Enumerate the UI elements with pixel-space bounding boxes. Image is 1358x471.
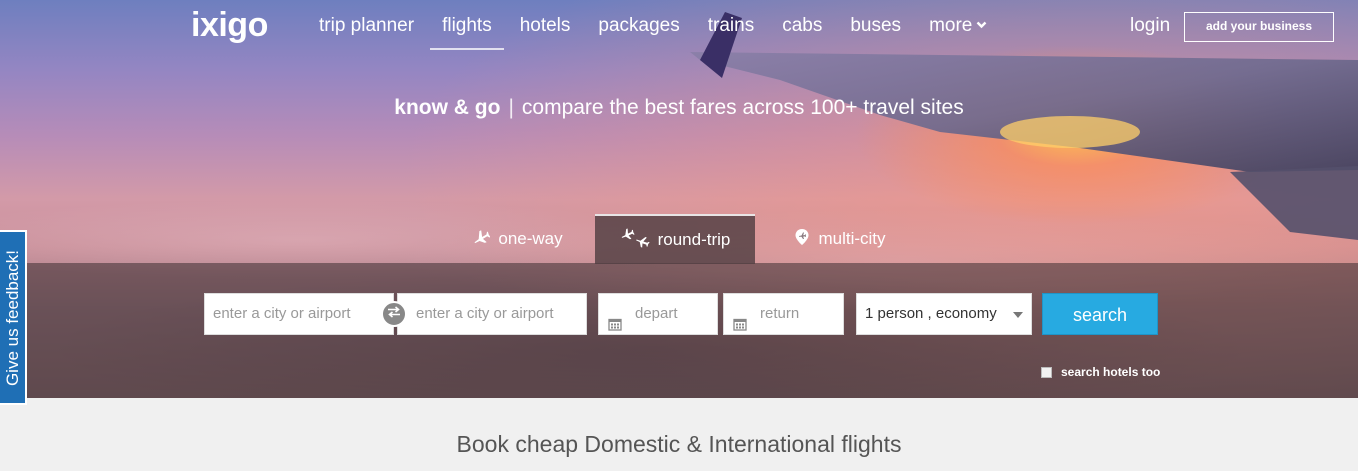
login-link[interactable]: login — [1130, 12, 1170, 40]
search-hotels-label: search hotels too — [1061, 365, 1161, 379]
chevron-down-icon — [976, 12, 987, 40]
ixigo-logo[interactable]: ixigo — [191, 6, 268, 45]
passengers-class-select[interactable]: 1 person , economy — [856, 293, 1032, 335]
add-business-button[interactable]: add your business — [1184, 12, 1334, 42]
calendar-icon — [733, 307, 747, 347]
to-placeholder: enter a city or airport — [416, 305, 554, 322]
nav-label: flights — [442, 15, 492, 36]
dropdown-arrow-icon — [1013, 312, 1023, 318]
tab-one-way[interactable]: one-way — [440, 214, 595, 264]
section-title: Book cheap Domestic & International flig… — [456, 431, 902, 457]
swap-arrows-icon — [387, 305, 401, 323]
plane-icon — [472, 229, 498, 250]
from-placeholder: enter a city or airport — [213, 305, 351, 322]
feedback-tab[interactable]: Give us feedback! — [0, 230, 27, 405]
tab-label: one-way — [498, 229, 563, 248]
nav-label: packages — [598, 15, 680, 36]
nav-trip-planner[interactable]: trip planner — [305, 12, 428, 50]
return-placeholder: return — [760, 305, 800, 322]
main-nav: trip planner flights hotels packages tra… — [305, 12, 1001, 50]
tagline-text: compare the best fares across 100+ trave… — [521, 96, 964, 119]
tagline-separator: | — [508, 96, 514, 119]
hero-tagline: know & go | compare the best fares across … — [0, 96, 1358, 120]
calendar-icon — [608, 307, 622, 347]
depart-placeholder: depart — [635, 305, 678, 322]
to-city-input[interactable]: enter a city or airport — [397, 293, 587, 335]
round-trip-icon — [620, 227, 658, 254]
nav-label: more — [929, 15, 973, 36]
nav-hotels[interactable]: hotels — [506, 12, 585, 50]
nav-label: hotels — [519, 15, 571, 36]
feedback-label: Give us feedback! — [2, 249, 22, 386]
multi-city-icon — [794, 228, 818, 251]
nav-label: trains — [707, 15, 755, 36]
nav-packages[interactable]: packages — [584, 12, 693, 50]
nav-trains[interactable]: trains — [694, 12, 768, 50]
from-city-input[interactable]: enter a city or airport — [204, 293, 394, 335]
tab-label: round-trip — [657, 230, 731, 249]
search-hotels-checkbox[interactable] — [1041, 366, 1052, 378]
nav-label: trip planner — [319, 15, 415, 36]
top-navbar: ixigo trip planner flights hotels packag… — [0, 0, 1358, 52]
swap-cities-button[interactable] — [381, 301, 407, 327]
depart-date-input[interactable]: depart — [598, 293, 718, 335]
search-hotels-too-option: search hotels too — [1041, 365, 1160, 379]
tab-round-trip[interactable]: round-trip — [595, 214, 755, 264]
nav-cabs[interactable]: cabs — [768, 12, 836, 50]
tab-multi-city[interactable]: multi-city — [755, 214, 925, 264]
nav-flights[interactable]: flights — [428, 12, 506, 50]
nav-label: buses — [850, 15, 902, 36]
passengers-value: 1 person , economy — [865, 305, 997, 322]
nav-buses[interactable]: buses — [836, 12, 915, 50]
nav-label: cabs — [782, 15, 823, 36]
nav-more[interactable]: more — [915, 12, 1001, 50]
tagline-strong: know & go — [394, 96, 501, 119]
trip-type-tabs: one-way round-trip multi-city — [440, 214, 925, 264]
search-button[interactable]: search — [1042, 293, 1158, 335]
return-date-input[interactable]: return — [723, 293, 844, 335]
tab-label: multi-city — [818, 229, 886, 248]
